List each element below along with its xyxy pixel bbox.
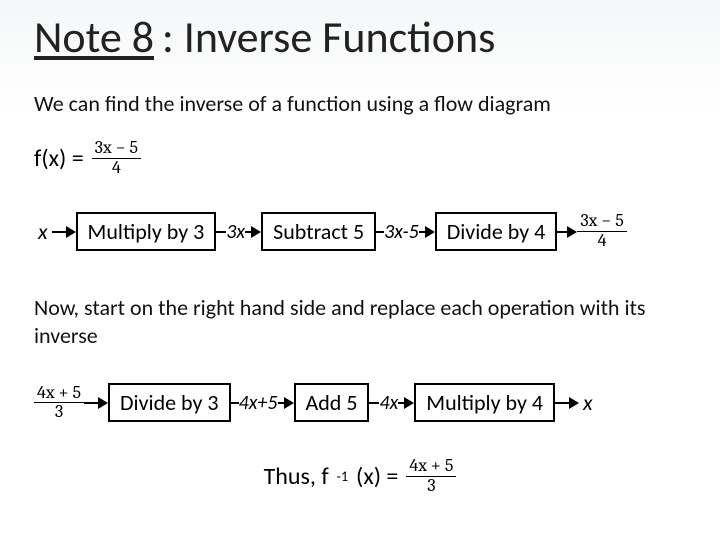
flow2-op1: Divide by 3: [108, 383, 231, 422]
forward-flow: x Multiply by 3 3x Subtract 5 3x-5 Divid…: [34, 208, 686, 256]
arrow-icon: [98, 397, 108, 409]
arrow-icon: [284, 397, 294, 409]
result-prefix: Thus, f: [264, 462, 329, 491]
result-den: 3: [424, 477, 438, 496]
flow2-end: x: [579, 389, 597, 416]
fx-label: f(x) =: [34, 144, 84, 173]
flow1-op2: Subtract 5: [261, 212, 376, 251]
arrow-icon: [251, 226, 261, 238]
fx-denominator: 4: [109, 159, 124, 178]
slide-title: Note 8: Inverse Functions: [34, 0, 686, 64]
flow2-start-den: 3: [52, 403, 66, 422]
flow1-op1: Multiply by 3: [76, 212, 217, 251]
inverse-instruction: Now, start on the right hand side and re…: [34, 294, 686, 351]
arrow-icon: [567, 226, 577, 238]
flow2-op3: Multiply by 4: [414, 383, 555, 422]
flow2-mid1: 4x+5: [239, 391, 278, 415]
slide-content: Note 8: Inverse Functions We can find th…: [0, 0, 720, 496]
arrow-icon: [425, 226, 435, 238]
fx-numerator: 3x − 5: [92, 139, 141, 159]
intro-text: We can find the inverse of a function us…: [34, 90, 686, 117]
flow2-start-fraction: 4x + 5 3: [34, 384, 84, 423]
fx-fraction: 3x − 5 4: [92, 139, 141, 178]
title-rest: : Inverse Functions: [162, 10, 495, 64]
result-row: Thus, f -1 (x) = 4x + 5 3: [34, 457, 686, 496]
flow1-end-fraction: 3x − 5 4: [577, 212, 626, 251]
result-sup: -1: [337, 468, 348, 485]
flow1-mid2: 3x-5: [384, 220, 419, 244]
flow1-end-den: 4: [595, 232, 610, 251]
result-num: 4x + 5: [406, 457, 456, 477]
flow1-op3: Divide by 4: [435, 212, 558, 251]
fx-definition: f(x) = 3x − 5 4: [34, 139, 686, 178]
arrow-icon: [404, 397, 414, 409]
flow2-mid2: 4x: [379, 391, 398, 415]
result-fraction: 4x + 5 3: [406, 457, 456, 496]
result-suffix: (x) =: [356, 462, 398, 491]
flow1-mid1: 3x: [226, 220, 245, 244]
title-underlined: Note 8: [34, 10, 154, 64]
flow2-op2: Add 5: [294, 383, 370, 422]
arrow-icon: [569, 397, 579, 409]
inverse-flow: 4x + 5 3 Divide by 3 4x+5 Add 5 4x Multi…: [34, 379, 686, 427]
flow1-start: x: [34, 218, 52, 245]
arrow-icon: [66, 226, 76, 238]
